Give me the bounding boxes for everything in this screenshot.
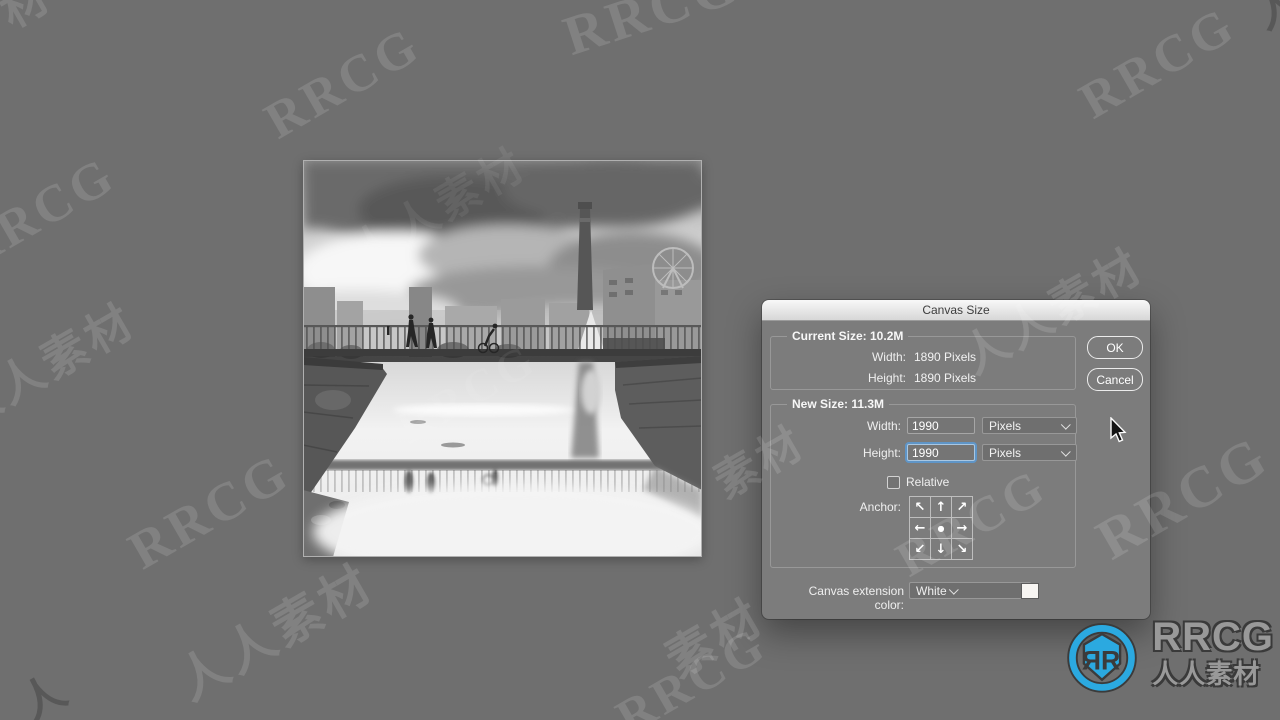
canvas-extension-label: Canvas extension color:	[808, 584, 904, 612]
anchor-label: Anchor:	[859, 500, 901, 514]
anchor-cell-bottom-right[interactable]: ↘	[952, 539, 973, 560]
new-width-input[interactable]	[907, 417, 975, 434]
dialog-title: Canvas Size	[922, 303, 990, 317]
new-height-input[interactable]	[907, 444, 975, 461]
anchor-cell-top-left[interactable]: ↖	[910, 497, 931, 518]
cancel-button[interactable]: Cancel	[1087, 368, 1143, 391]
current-width-value: 1890 Pixels	[914, 350, 977, 364]
watermark-text: 素材	[657, 590, 774, 689]
anchor-cell-top[interactable]: ↑	[931, 497, 952, 518]
watermark-text: RRCG	[1070, 0, 1246, 131]
watermark-text: RRCG	[118, 441, 301, 581]
anchor-cell-left[interactable]: ←	[910, 518, 931, 539]
anchor-cell-center[interactable]: ●	[931, 518, 952, 539]
new-width-label: Width:	[866, 419, 901, 433]
photo-canvas	[303, 160, 702, 557]
mouse-cursor	[1110, 417, 1127, 443]
chevron-down-icon	[948, 584, 959, 595]
current-size-group: Current Size: 10.2M Width: 1890 Pixels H…	[770, 329, 1076, 390]
canvas-extension-dropdown[interactable]: White	[909, 582, 1031, 599]
watermark-text: RRCG	[0, 146, 126, 281]
anchor-cell-bottom-left[interactable]: ↙	[910, 539, 931, 560]
watermark-text: 人	[1246, 0, 1280, 39]
canvas-extension-row: Canvas extension color: White	[762, 582, 1150, 612]
new-height-unit-value: Pixels	[989, 445, 1022, 460]
svg-text:R: R	[1082, 645, 1101, 675]
extension-color-swatch[interactable]	[1021, 583, 1039, 599]
watermark-text: 人人素材	[168, 554, 384, 711]
relative-label: Relative	[906, 475, 950, 489]
new-size-heading: New Size: 11.3M	[787, 397, 890, 411]
new-height-unit-dropdown[interactable]: Pixels	[982, 444, 1077, 461]
anchor-cell-right[interactable]: →	[952, 518, 973, 539]
canvas-extension-value: White	[916, 583, 947, 598]
watermark-text: 人人素材	[0, 294, 145, 439]
rrcg-logo-brand: RRCG	[1152, 615, 1274, 660]
rrcg-logo: R R RRCG 人人素材	[1062, 616, 1274, 696]
new-height-row: Height: Pixels	[771, 444, 1077, 461]
rrcg-logo-emblem: R R	[1067, 623, 1137, 693]
rrcg-logo-brand-cn: 人人素材	[1152, 658, 1261, 689]
current-size-heading: Current Size: 10.2M	[787, 329, 909, 343]
anchor-cell-bottom[interactable]: ↓	[931, 539, 952, 560]
current-height-value: 1890 Pixels	[914, 371, 977, 385]
watermark-text: RRCG	[556, 0, 748, 68]
current-width-row: Width: 1890 Pixels	[771, 349, 1075, 365]
dialog-titlebar[interactable]: Canvas Size	[762, 300, 1150, 321]
relative-checkbox[interactable]	[887, 476, 900, 489]
current-height-label: Height:	[867, 371, 906, 385]
anchor-grid: ↖ ↑ ↗ ← ● → ↙ ↓ ↘	[909, 496, 973, 560]
watermark-text: 材	[0, 0, 61, 38]
current-height-row: Height: 1890 Pixels	[771, 370, 1075, 386]
ok-button[interactable]: OK	[1087, 336, 1143, 359]
watermark-text: RRCG	[606, 615, 776, 720]
watermark-text: 人	[12, 664, 79, 720]
relative-row: Relative	[771, 474, 1075, 490]
watermark-text: RRCG	[255, 16, 431, 151]
current-width-label: Width:	[871, 350, 906, 364]
new-width-row: Width: Pixels	[771, 417, 1077, 434]
new-height-label: Height:	[862, 446, 901, 460]
anchor-cell-top-right[interactable]: ↗	[952, 497, 973, 518]
new-width-unit-dropdown[interactable]: Pixels	[982, 417, 1077, 434]
chevron-down-icon	[1060, 446, 1071, 457]
svg-text:R: R	[1101, 645, 1120, 675]
chevron-down-icon	[1060, 419, 1071, 430]
canvas-size-dialog: Canvas Size Current Size: 10.2M Width: 1…	[762, 300, 1150, 619]
screen: Canvas Size Current Size: 10.2M Width: 1…	[0, 0, 1280, 720]
new-width-unit-value: Pixels	[989, 418, 1022, 433]
rrcg-logo-text: RRCG 人人素材	[1152, 615, 1274, 691]
new-size-group: New Size: 11.3M Width: Pixels Height: Pi…	[770, 397, 1077, 568]
photo-scene-illustration	[303, 160, 702, 557]
